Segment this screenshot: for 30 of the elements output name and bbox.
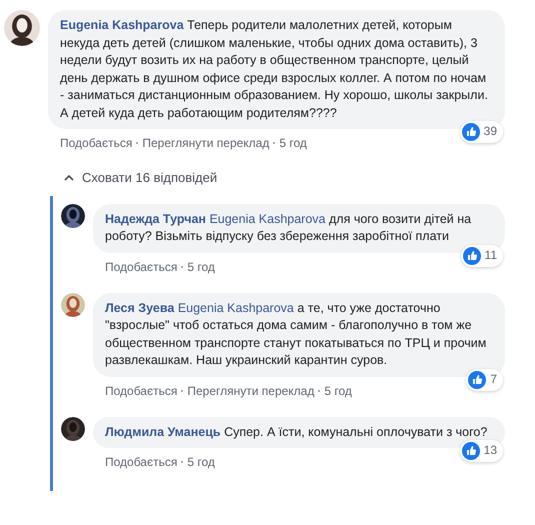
action-link[interactable]: Подобається bbox=[105, 453, 178, 471]
timestamp-link[interactable]: 5 год bbox=[279, 134, 307, 152]
author-link[interactable]: Eugenia Kashparova bbox=[60, 18, 184, 32]
action-link[interactable]: Переглянути переклад bbox=[142, 134, 270, 152]
like-icon bbox=[462, 123, 480, 141]
timestamp-link[interactable]: 5 год bbox=[187, 258, 215, 276]
mention-link[interactable]: Eugenia Kashparova bbox=[209, 212, 326, 226]
author-link[interactable]: Людмила Уманець bbox=[105, 424, 221, 438]
reaction-badge[interactable]: 11 bbox=[460, 244, 503, 266]
author-link[interactable]: Леся Зуева bbox=[105, 300, 174, 314]
reaction-badge[interactable]: 7 bbox=[466, 368, 503, 390]
timestamp-link[interactable]: 5 год bbox=[187, 453, 215, 471]
comment-text: Леся Зуева Eugenia Kashparova а те, что уже достаточно "взрослые" чтоб остаться дома самим - благополучно в том же общественном транспорте станут покатываться по ТРЦ и прочим развлекашкам. Наш украинский карантин суров. bbox=[105, 300, 488, 369]
caret-icon bbox=[64, 174, 74, 182]
comment-text: Eugenia Kashparova Теперь родители малолетних детей, которым некуда деть детей (слишком маленькие, чтобы одних дома оставить), 3 недели будут возить их на работу в общественном транспорте, целый день держать в душном офисе среди взрослых коллег. А потом по ночам - заниматься дистанционным образованием. Ну хорошо, школы закрыли. А детей куда деть работающим родителям???? bbox=[60, 17, 489, 122]
action-link[interactable]: Подобається bbox=[105, 258, 178, 276]
mention-link[interactable]: Eugenia Kashparova bbox=[178, 300, 294, 314]
action-link[interactable]: Подобається bbox=[60, 134, 132, 152]
author-link[interactable]: Надежда Турчан bbox=[105, 212, 206, 226]
reaction-badge[interactable]: 13 bbox=[460, 440, 503, 462]
reaction-badge[interactable]: 39 bbox=[460, 121, 503, 143]
like-icon bbox=[468, 370, 486, 388]
comment-text: Надежда Турчан Eugenia Kashparova для чого возити дітей на роботу? Візьміть відпуску без збереження заробітної плати bbox=[105, 210, 472, 245]
comment-text: Людмила Уманець Супер. А їсти, комунальні оплочувати з чого? bbox=[105, 424, 488, 441]
like-icon bbox=[462, 442, 480, 460]
like-icon bbox=[462, 246, 481, 264]
hide-replies-button[interactable]: Сховати 16 відповідей bbox=[64, 168, 218, 188]
action-link[interactable]: Переглянути переклад bbox=[187, 382, 314, 400]
timestamp-link[interactable]: 5 год bbox=[324, 382, 352, 400]
action-link[interactable]: Подобається bbox=[105, 382, 178, 400]
